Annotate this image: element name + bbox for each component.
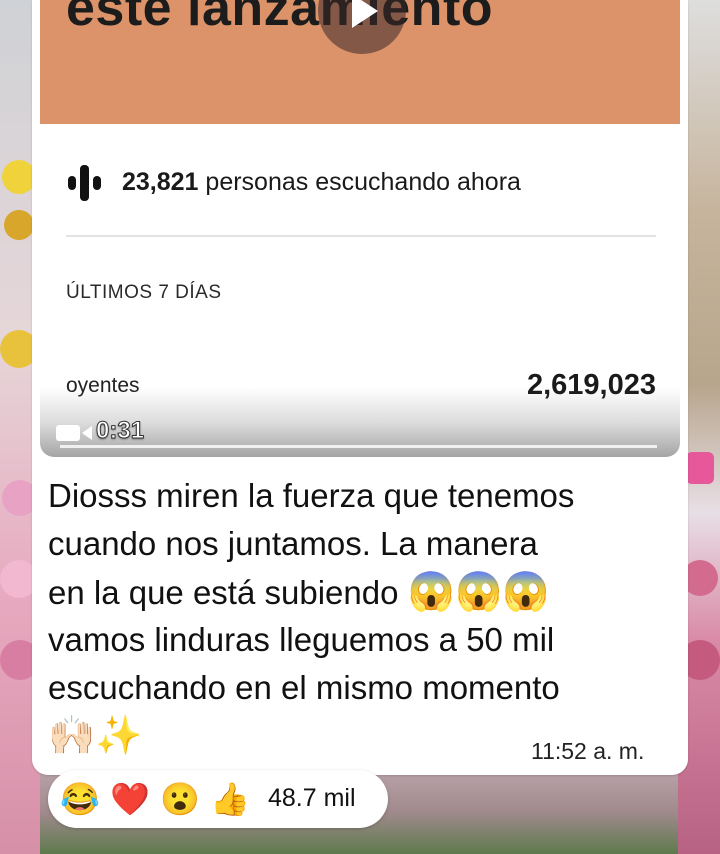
video-banner: este lanzamiento — [40, 0, 680, 124]
balloon-decor — [4, 210, 34, 240]
listeners-count: 23,821 — [122, 168, 199, 196]
balloon-decor — [2, 160, 36, 194]
laughing-emoji: 😂 — [60, 781, 100, 817]
reaction-count: 48.7 mil — [268, 784, 356, 812]
message-timestamp: 11:52 a. m. — [531, 738, 645, 764]
scream-emoji: 😱 — [454, 571, 503, 613]
listeners-now: 23,821 personas escuchando ahora — [122, 168, 521, 197]
message-line: escuchando en el mismo momento — [48, 669, 560, 706]
heart-decor — [686, 452, 714, 484]
thumbs-up-emoji: 👍 — [210, 781, 250, 817]
live-listeners-icon — [68, 165, 108, 201]
video-progress-bar[interactable] — [60, 445, 657, 448]
message-line: vamos linduras lleguemos a 50 mil — [48, 621, 555, 658]
scream-emoji: 😱 — [407, 571, 455, 613]
surprised-emoji: 😮 — [160, 781, 200, 817]
listeners-label: personas escuchando ahora — [205, 168, 521, 196]
video-camera-icon — [56, 425, 92, 441]
message-line: Diosss miren la fuerza que tenemos — [48, 477, 575, 514]
message-line-text: en la que está subiendo — [48, 574, 399, 611]
raising-hands-emoji: 🙌🏻 — [48, 715, 96, 757]
sparkles-emoji: ✨ — [95, 715, 143, 757]
message-line: cuando nos juntamos. La manera — [48, 525, 538, 562]
scream-emoji-group: 😱😱😱 — [408, 571, 550, 613]
video-attachment[interactable]: este lanzamiento 23,821 personas escucha… — [40, 0, 680, 457]
scream-emoji: 😱 — [502, 571, 550, 613]
reactions-pill[interactable]: 😂 ❤️ 😮 👍 48.7 mil — [48, 770, 388, 828]
banner-text: este lanzamiento — [66, 0, 494, 37]
message-text: Diosss miren la fuerza que tenemos cuand… — [48, 472, 648, 760]
play-icon — [352, 0, 378, 28]
play-button[interactable] — [318, 0, 406, 54]
video-duration: 0:31 — [95, 417, 145, 445]
message-line: en la que está subiendo 😱😱😱 — [48, 568, 648, 616]
divider — [66, 235, 656, 237]
heart-emoji: ❤️ — [110, 781, 150, 817]
section-title: ÚLTIMOS 7 DÍAS — [66, 282, 222, 303]
